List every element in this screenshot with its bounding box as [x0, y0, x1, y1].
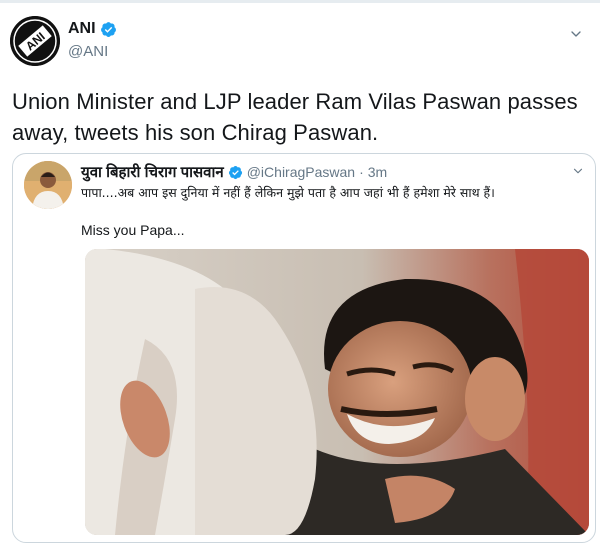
ani-logo: ANI [10, 16, 60, 66]
quoted-tweet[interactable]: युवा बिहारी चिराग पासवान @iChiragPaswan … [12, 153, 596, 543]
chevron-down-icon[interactable] [568, 26, 584, 42]
verified-icon [228, 165, 242, 179]
quoted-text-english: Miss you Papa... [81, 222, 185, 238]
quoted-author-handle[interactable]: @iChiragPaswan [247, 164, 355, 180]
chevron-down-icon[interactable] [571, 164, 585, 178]
quoted-avatar[interactable] [24, 161, 72, 209]
quoted-photo[interactable] [85, 249, 589, 535]
separator-dot: · [359, 164, 364, 180]
tweet-text: Union Minister and LJP leader Ram Vilas … [12, 89, 578, 145]
verified-icon [100, 21, 116, 37]
quoted-text-hindi: पापा....अब आप इस दुनिया में नहीं हैं लेक… [81, 185, 495, 200]
quoted-header: युवा बिहारी चिराग पासवान @iChiragPaswan … [81, 162, 387, 182]
author-handle[interactable]: @ANI [68, 43, 108, 60]
author-name[interactable]: ANI [68, 20, 96, 38]
quoted-timestamp[interactable]: 3m [368, 164, 387, 180]
quoted-author-name[interactable]: युवा बिहारी चिराग पासवान [81, 162, 224, 182]
avatar[interactable]: ANI [10, 16, 60, 66]
quoted-avatar-image [24, 161, 72, 209]
tweet: ANI ANI @ANI Union Minister and LJP lead… [0, 0, 600, 550]
author-row: ANI [68, 20, 117, 38]
photo-image [85, 249, 589, 535]
tweet-header: ANI ANI @ANI [10, 12, 590, 72]
